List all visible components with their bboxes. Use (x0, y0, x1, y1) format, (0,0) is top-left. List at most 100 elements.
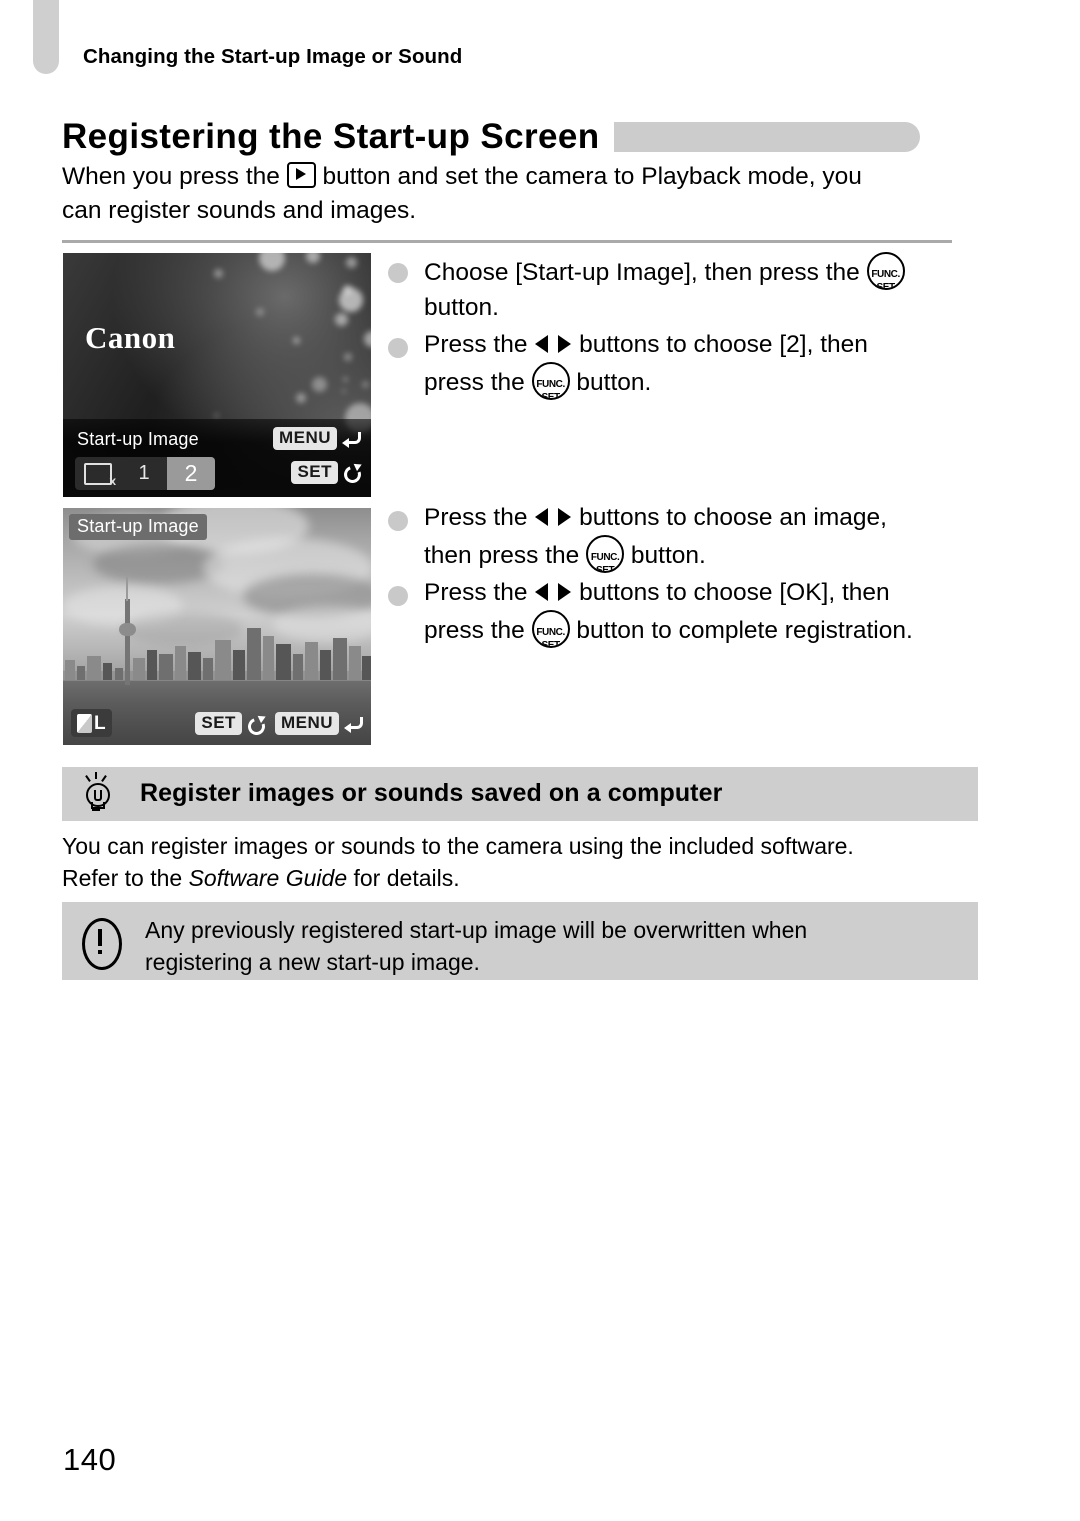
bulb-filament (94, 790, 102, 801)
func-set-button-icon: FUNC. SET (586, 535, 625, 573)
step-text: Press the (424, 579, 528, 606)
building (362, 656, 371, 680)
title-decoration-bar (613, 122, 920, 152)
step-line-2: press the FUNC. SET button. (424, 362, 988, 400)
bokeh-dot (256, 308, 264, 316)
bokeh-dot (214, 269, 223, 278)
building (293, 654, 303, 680)
cn-tower (119, 577, 136, 685)
caution-text: Any previously registered start-up image… (145, 914, 955, 978)
bokeh-dot (343, 285, 352, 294)
step-text: Choose [Start-up Image], then press the (424, 259, 860, 286)
tip-title: Register images or sounds saved on a com… (140, 779, 723, 807)
step-text: button to complete registration. (576, 617, 913, 644)
bokeh-dot (312, 377, 327, 392)
page-title: Registering the Start-up Screen (62, 117, 600, 156)
building (133, 658, 145, 680)
step-text: then press the (424, 542, 580, 569)
step-line-1: Press the buttons to choose [2], then (424, 327, 988, 362)
step-text: Press the (424, 331, 528, 358)
building (320, 650, 331, 680)
bokeh-dot (296, 393, 306, 403)
building (87, 656, 101, 680)
step-line-2: button. (424, 294, 499, 321)
software-guide-reference: Software Guide (188, 865, 348, 891)
running-header: Changing the Start-up Image or Sound (83, 45, 463, 68)
camera-screenshot-startup-menu: Canon Start-up Image x 1 2 MENU SET (63, 253, 371, 497)
bulb-base-contact (92, 807, 100, 811)
building (77, 666, 85, 680)
func-set-button-icon: FUNC. SET (531, 610, 570, 648)
option-1[interactable]: 1 (121, 457, 167, 490)
bokeh-dot (362, 381, 369, 388)
bokeh-dot (214, 413, 219, 418)
return-arrow-icon (342, 430, 361, 448)
caution-exclamation-icon (82, 918, 122, 970)
intro-line-1-after: button and set the camera to Playback mo… (322, 163, 862, 190)
step-text: press the (424, 617, 525, 644)
option-no-image[interactable]: x (75, 457, 121, 490)
func-icon-bottom-label: SET (876, 282, 895, 290)
hint-set-register: SET (291, 461, 361, 484)
intro-paragraph: When you press the button and set the ca… (62, 160, 962, 228)
tip-banner: Register images or sounds saved on a com… (62, 767, 978, 821)
fine-quality-icon (77, 713, 92, 733)
step-line-1: Press the buttons to choose [OK], then (424, 575, 988, 610)
bullet-icon (388, 263, 408, 283)
step-line-1: Choose [Start-up Image], then press the … (424, 252, 988, 290)
building (247, 628, 261, 680)
step-text: buttons to choose an image, (579, 504, 887, 531)
building (188, 652, 201, 680)
func-icon-bottom-label: SET (595, 565, 615, 573)
instruction-group-1: Choose [Start-up Image], then press the … (388, 252, 988, 402)
building (233, 650, 245, 680)
building (263, 636, 274, 680)
bullet-icon (388, 338, 408, 358)
caution-box: Any previously registered start-up image… (62, 902, 978, 980)
chapter-edge-tab (33, 0, 59, 74)
building (349, 646, 361, 680)
section-divider (62, 240, 952, 243)
image-quality-indicator: L (71, 709, 112, 737)
step-text: buttons to choose [2], then (579, 331, 868, 358)
step-text: press the (424, 369, 525, 396)
func-set-button-icon: FUNC. SET (531, 362, 570, 400)
tip-body: You can register images or sounds to the… (62, 830, 982, 894)
bokeh-dot (343, 377, 348, 382)
step-text: button. (630, 542, 706, 569)
step-line-2: then press the FUNC. SET button. (424, 535, 988, 573)
option-2-selected[interactable]: 2 (167, 457, 215, 490)
building (203, 658, 213, 680)
startup-image-option-row[interactable]: x 1 2 (75, 457, 215, 490)
building (175, 646, 186, 680)
instruction-step: Press the buttons to choose an image, th… (388, 500, 988, 573)
func-icon-bottom-label: SET (541, 392, 560, 400)
instruction-step: Press the buttons to choose [OK], then p… (388, 575, 988, 648)
canon-logo: Canon (85, 320, 176, 355)
tip-text: Refer to the (62, 865, 183, 891)
hint-row-set-menu: SET MENU (195, 712, 363, 735)
intro-line-2: can register sounds and images. (62, 197, 417, 224)
building (276, 644, 291, 680)
menu-button-tag: MENU (274, 712, 339, 735)
screen-label-startup-image: Start-up Image (77, 429, 199, 449)
no-image-icon: x (84, 462, 116, 488)
building (305, 642, 318, 680)
bokeh-dot (335, 313, 348, 326)
tip-line-1: You can register images or sounds to the… (62, 833, 854, 859)
lightbulb-icon (82, 772, 110, 814)
exclamation-dot (97, 950, 102, 954)
instruction-group-2: Press the buttons to choose an image, th… (388, 500, 988, 650)
instruction-step: Choose [Start-up Image], then press the … (388, 252, 988, 325)
bullet-icon (388, 586, 408, 606)
building (159, 654, 173, 680)
bulb-ray (85, 775, 91, 782)
bokeh-dot (344, 353, 352, 361)
bokeh-dot (342, 389, 346, 393)
building (333, 638, 347, 680)
caution-line-1: Any previously registered start-up image… (145, 917, 808, 943)
intro-line-1-before: When you press the (62, 163, 280, 190)
image-size-label: L (94, 712, 106, 734)
building (103, 663, 112, 680)
building (215, 640, 231, 680)
